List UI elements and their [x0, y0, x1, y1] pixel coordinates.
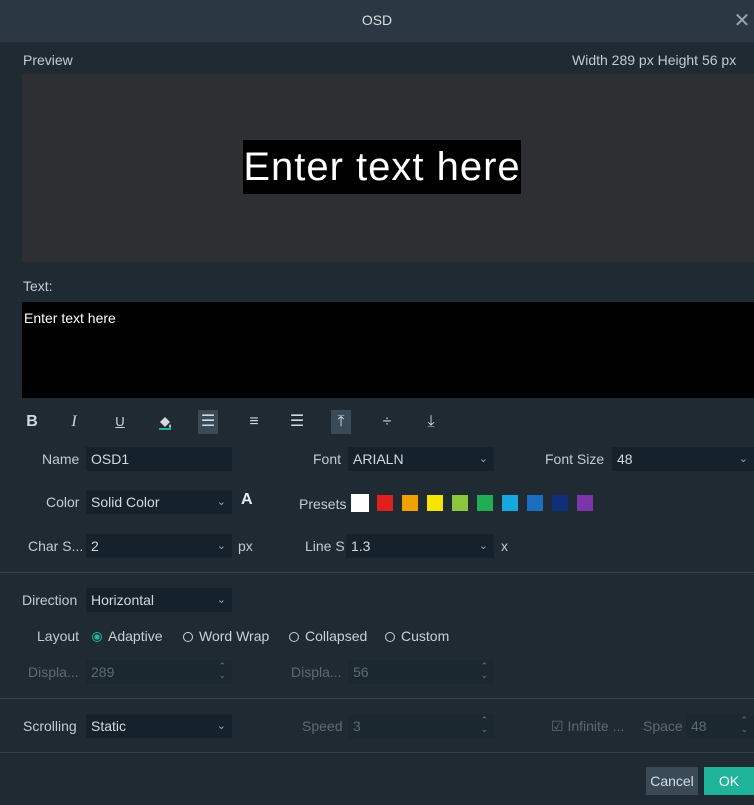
space-value: 48 [691, 718, 707, 734]
radio-dot-icon [92, 632, 102, 642]
preset-swatch[interactable] [427, 495, 443, 511]
paint-bucket-icon[interactable] [155, 410, 175, 434]
chevron-down-icon: ⌄ [478, 453, 488, 465]
space-input[interactable]: 48 ⌃ ⌄ [686, 714, 754, 738]
char-spacing-select[interactable]: 2 ⌄ [86, 534, 232, 558]
scrolling-label: Scrolling [23, 718, 77, 734]
layout-radio-adaptive[interactable]: Adaptive [92, 628, 162, 644]
layout-option-label: Adaptive [108, 628, 163, 644]
color-select-value: Solid Color [91, 494, 160, 510]
font-select[interactable]: ARIALN ⌄ [348, 447, 494, 471]
preset-swatch[interactable] [552, 495, 568, 511]
display-width-input[interactable]: 289 ⌃ ⌄ [86, 660, 232, 684]
preview-size-text: Width 289 px Height 56 px [572, 52, 737, 68]
spinner-icon: ⌃ ⌄ [480, 661, 488, 680]
preset-swatch[interactable] [452, 495, 468, 511]
infinite-label: Infinite ... [567, 718, 625, 734]
preset-swatch[interactable] [502, 495, 518, 511]
font-size-label: Font Size [545, 451, 605, 467]
align-left-button[interactable]: ☰ [198, 410, 218, 434]
italic-button[interactable]: I [64, 410, 84, 434]
font-size-select[interactable]: 48 ⌄ [612, 447, 754, 471]
chevron-down-icon: ⌄ [216, 496, 226, 508]
preset-swatch[interactable] [477, 495, 493, 511]
line-spacing-select[interactable]: 1.3 ⌄ [346, 534, 494, 558]
scrolling-select[interactable]: Static ⌄ [86, 714, 232, 738]
line-spacing-value: 1.3 [351, 538, 371, 554]
ok-button[interactable]: OK [704, 767, 754, 795]
layout-radio-word-wrap[interactable]: Word Wrap [183, 628, 269, 644]
preset-swatch[interactable] [377, 495, 393, 511]
chevron-down-icon: ⌄ [216, 720, 226, 732]
text-label: Text: [23, 278, 53, 294]
speed-label: Speed [302, 718, 343, 734]
spinner-icon: ⌃ ⌄ [480, 715, 488, 734]
display-width-value: 289 [91, 664, 115, 680]
radio-dot-icon [289, 632, 299, 642]
divider [0, 752, 754, 753]
divider [0, 698, 754, 699]
display-height-value: 56 [353, 664, 369, 680]
layout-radio-custom[interactable]: Custom [385, 628, 449, 644]
preview-sample-text: Enter text here [243, 140, 521, 194]
chevron-down-icon: ⌄ [738, 453, 748, 465]
speed-input[interactable]: 3 ⌃ ⌄ [348, 714, 494, 738]
align-right-button[interactable]: ☰ [287, 410, 307, 434]
chevron-down-icon: ⌄ [478, 540, 488, 552]
font-label: Font [313, 451, 342, 467]
line-spacing-unit: x [501, 538, 508, 554]
infinite-checkbox[interactable]: ☑ Infinite ... [551, 718, 624, 735]
valign-bottom-button[interactable]: ⤓ [421, 410, 441, 434]
cancel-button[interactable]: Cancel [646, 767, 698, 795]
close-icon[interactable]: ✕ [730, 8, 754, 33]
radio-dot-icon [385, 632, 395, 642]
spinner-icon: ⌃ ⌄ [740, 715, 748, 734]
name-label: Name [42, 451, 80, 467]
name-input[interactable]: OSD1 [86, 447, 232, 471]
font-select-value: ARIALN [353, 451, 404, 467]
color-select[interactable]: Solid Color ⌄ [86, 490, 232, 514]
speed-value: 3 [353, 718, 361, 734]
divider [0, 572, 754, 573]
preset-swatch[interactable] [351, 494, 369, 512]
char-spacing-label: Char S... [28, 538, 84, 554]
font-color-icon[interactable]: A [241, 491, 253, 509]
chevron-down-icon: ⌄ [216, 594, 226, 606]
radio-dot-icon [183, 632, 193, 642]
space-label: Space [643, 718, 683, 734]
display-height-input[interactable]: 56 ⌃ ⌄ [348, 660, 494, 684]
layout-option-label: Collapsed [305, 628, 368, 644]
display-height-label: Displa... [291, 664, 342, 680]
chevron-down-icon: ⌄ [216, 540, 226, 552]
layout-option-label: Word Wrap [199, 628, 270, 644]
presets-label: Presets [299, 496, 347, 512]
char-spacing-value: 2 [91, 538, 99, 554]
display-width-label: Displa... [28, 664, 79, 680]
layout-radio-collapsed[interactable]: Collapsed [289, 628, 367, 644]
preset-swatch[interactable] [402, 495, 418, 511]
osd-text-input[interactable]: Enter text here [22, 302, 754, 398]
direction-select[interactable]: Horizontal ⌄ [86, 588, 232, 612]
preset-swatch[interactable] [527, 495, 543, 511]
font-size-value: 48 [617, 451, 633, 467]
layout-option-label: Custom [401, 628, 450, 644]
window-title: OSD [361, 12, 393, 28]
layout-label: Layout [37, 628, 80, 644]
direction-label: Direction [22, 592, 78, 608]
checkbox-icon: ☑ [551, 718, 564, 734]
spinner-icon: ⌃ ⌄ [218, 661, 226, 680]
preset-swatch[interactable] [577, 495, 593, 511]
bold-button[interactable]: B [22, 410, 42, 434]
valign-middle-button[interactable]: ÷ [377, 410, 397, 434]
underline-button[interactable]: U [110, 410, 130, 434]
color-label: Color [46, 494, 80, 510]
direction-value: Horizontal [91, 592, 155, 608]
align-center-button[interactable]: ≡ [244, 410, 264, 434]
preview-label: Preview [23, 52, 73, 68]
char-spacing-unit: px [238, 538, 253, 554]
valign-top-button[interactable]: ⤒ [331, 410, 351, 434]
title-bar: OSD ✕ [0, 0, 754, 42]
scrolling-value: Static [91, 718, 127, 734]
